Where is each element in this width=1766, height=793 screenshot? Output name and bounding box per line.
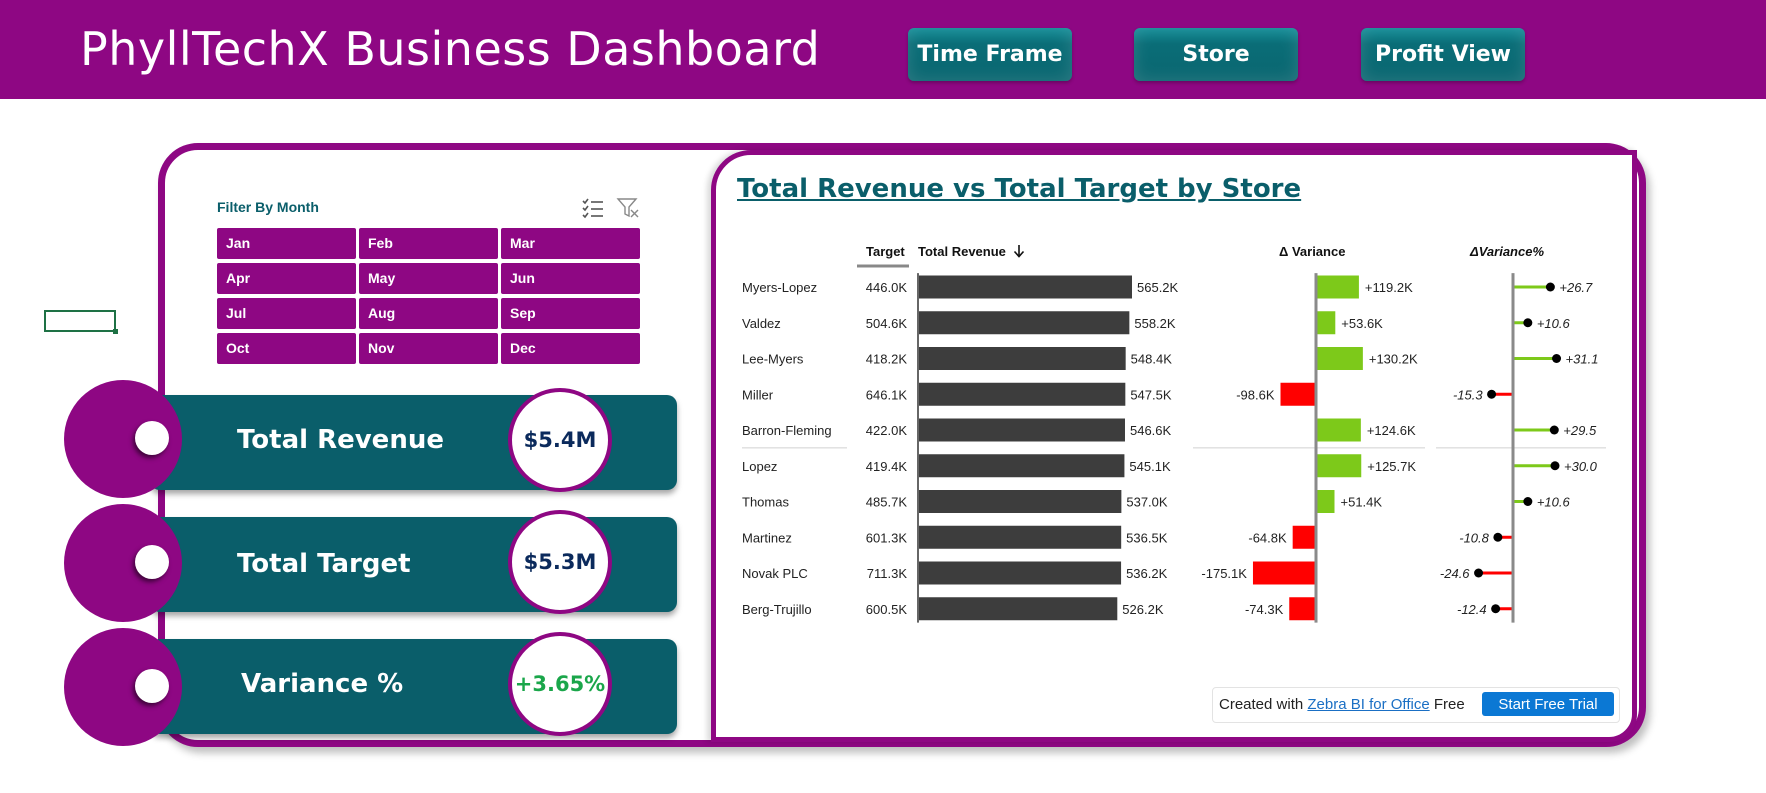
footer-text: Created with Zebra BI for Office Free [1219,696,1465,713]
month-nov[interactable]: Nov [359,333,498,364]
kpi-label: Total Revenue [237,425,444,455]
kpi-label: Variance % [241,669,404,699]
kpi-value-target: $5.3M [508,510,612,614]
chart-panel [711,150,1637,742]
month-jan[interactable]: Jan [217,228,356,259]
target-column-header[interactable]: Target [866,244,905,259]
filter-title: Filter By Month [217,199,319,215]
month-oct[interactable]: Oct [217,333,356,364]
month-feb[interactable]: Feb [359,228,498,259]
month-may[interactable]: May [359,263,498,294]
variance-column-header[interactable]: Δ Variance [1279,244,1345,259]
footer-suffix: Free [1433,696,1465,713]
kpi-toggle-knob[interactable] [135,545,169,579]
multi-select-icon[interactable] [581,197,605,219]
month-mar[interactable]: Mar [501,228,640,259]
chart-title: Total Revenue vs Total Target by Store [737,174,1302,204]
start-free-trial-button[interactable]: Start Free Trial [1482,692,1614,716]
zebra-bi-link[interactable]: Zebra BI for Office [1307,696,1429,713]
kpi-value-variance: +3.65% [508,632,612,736]
month-apr[interactable]: Apr [217,263,356,294]
revenue-column-header[interactable]: Total Revenue [918,244,1025,259]
month-sep[interactable]: Sep [501,298,640,329]
zebra-bi-footer: Created with Zebra BI for Office Free St… [1212,687,1620,723]
kpi-value-revenue: $5.4M [508,388,612,492]
selected-cell[interactable] [44,310,118,334]
variance-pct-column-header[interactable]: ΔVariance% [1470,244,1544,259]
header-bar: PhyllTechX Business Dashboard Time Frame… [0,0,1766,99]
kpi-toggle-knob[interactable] [135,421,169,455]
month-jul[interactable]: Jul [217,298,356,329]
kpi-label: Total Target [237,549,411,579]
time-frame-button[interactable]: Time Frame [908,28,1072,81]
footer-prefix: Created with [1219,696,1304,713]
store-button[interactable]: Store [1134,28,1298,81]
month-aug[interactable]: Aug [359,298,498,329]
kpi-toggle-knob[interactable] [135,669,169,703]
month-jun[interactable]: Jun [501,263,640,294]
clear-filter-icon[interactable] [616,197,640,219]
month-dec[interactable]: Dec [501,333,640,364]
profit-view-button[interactable]: Profit View [1361,28,1525,81]
sort-arrow-down-icon [1013,245,1024,258]
dashboard-title: PhyllTechX Business Dashboard [80,22,821,76]
revenue-header-label: Total Revenue [918,244,1006,259]
